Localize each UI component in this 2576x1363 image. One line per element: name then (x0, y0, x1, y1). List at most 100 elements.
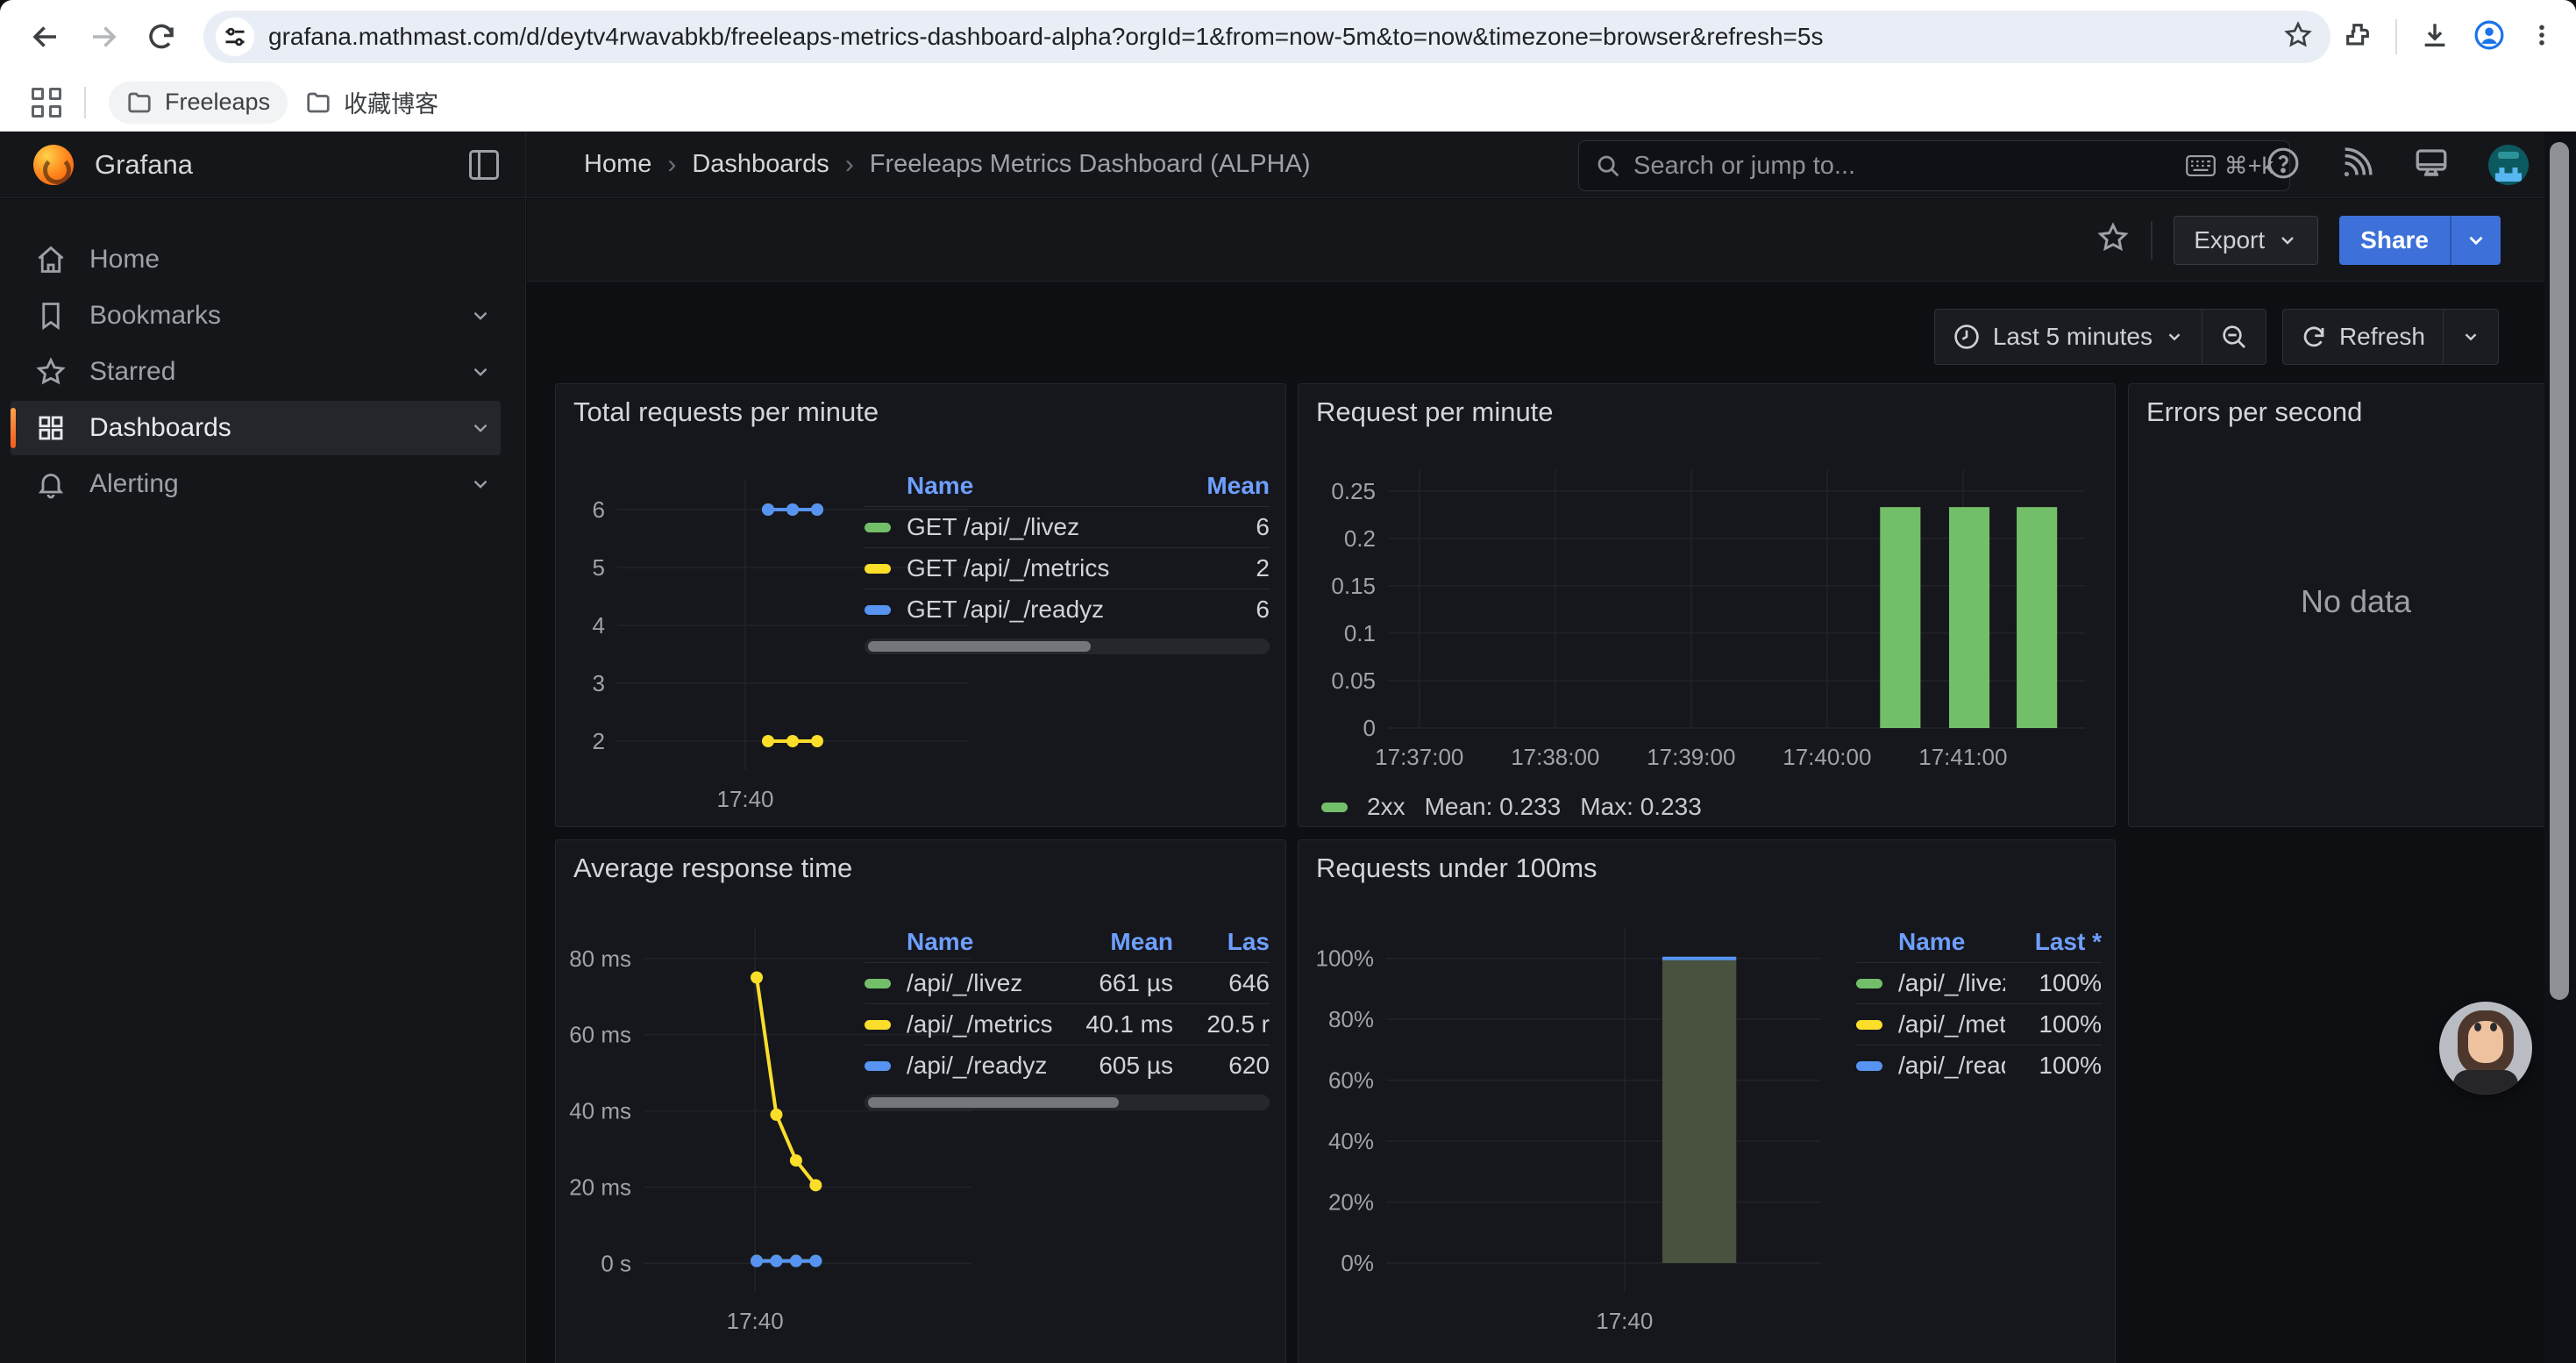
scrollbar-thumb[interactable] (2550, 142, 2569, 1000)
panel-title[interactable]: Total requests per minute (573, 396, 879, 428)
downloads-icon[interactable] (2420, 20, 2450, 54)
legend-scrollbar[interactable] (865, 1095, 1270, 1110)
forward-icon[interactable] (84, 18, 123, 56)
time-range-picker[interactable]: Last 5 minutes (1935, 310, 2202, 364)
news-rss-icon[interactable] (2339, 146, 2374, 185)
menu-kebab-icon[interactable] (2529, 22, 2555, 53)
sidebar-item-bookmarks[interactable]: Bookmarks (11, 289, 501, 343)
legend-row[interactable]: GET /api/_/readyz6 (865, 589, 1270, 630)
sidebar-item-alerting[interactable]: Alerting (11, 457, 501, 511)
series-color-pill[interactable] (865, 1061, 891, 1071)
page-scrollbar[interactable] (2544, 132, 2576, 1363)
legend-header-las[interactable]: Las (1173, 928, 1270, 956)
bookmark-star-icon[interactable] (2283, 20, 2313, 54)
refresh-interval-button[interactable] (2444, 310, 2498, 364)
sidebar-item-starred[interactable]: Starred (11, 345, 501, 399)
series-color-pill[interactable] (1856, 1020, 1882, 1030)
sidebar-item-dashboards[interactable]: Dashboards (11, 401, 501, 455)
series-color-pill[interactable] (865, 605, 891, 615)
series-name: /api/_/livez (907, 969, 1059, 997)
legend-header-mean[interactable]: Mean (1191, 472, 1270, 500)
series-mean: Mean: 0.233 (1425, 793, 1562, 821)
legend-header-mean[interactable]: Mean (1059, 928, 1173, 956)
export-button[interactable]: Export (2174, 216, 2318, 265)
refresh-group: Refresh (2282, 309, 2499, 365)
svg-text:40 ms: 40 ms (569, 1098, 631, 1124)
chevron-down-icon[interactable] (469, 360, 492, 383)
legend-inline[interactable]: 2xx Mean: 0.233 Max: 0.233 (1321, 793, 1702, 821)
chevron-down-icon[interactable] (469, 304, 492, 327)
bookmark-folder-freeleaps[interactable]: Freeleaps (109, 82, 288, 124)
sidebar-toggle-icon[interactable] (469, 150, 499, 180)
legend-scrollbar-thumb[interactable] (868, 1097, 1119, 1108)
back-icon[interactable] (26, 18, 65, 56)
favorite-star-icon[interactable] (2096, 221, 2130, 259)
extensions-icon[interactable] (2343, 20, 2373, 54)
actions-divider (2151, 221, 2153, 260)
legend-row[interactable]: /api/_/livez100% (1856, 962, 2102, 1003)
reload-icon[interactable] (142, 18, 181, 56)
panel-title[interactable]: Requests under 100ms (1316, 853, 1598, 884)
clock-icon (1953, 323, 1981, 351)
legend-row[interactable]: /api/_/livez661 µs646 (865, 962, 1270, 1003)
refresh-button[interactable]: Refresh (2283, 310, 2443, 364)
legend-row[interactable]: /api/_/metrics100% (1856, 1003, 2102, 1045)
legend-table: NameLast */api/_/livez100%/api/_/metrics… (1856, 921, 2102, 1086)
share-menu-button[interactable] (2450, 216, 2501, 265)
breadcrumb: Home›Dashboards›Freeleaps Metrics Dashbo… (584, 150, 1311, 180)
legend-row[interactable]: GET /api/_/livez6 (865, 506, 1270, 547)
share-button[interactable]: Share (2339, 216, 2450, 265)
panel-request-per-minute[interactable]: Request per minute 0.250.20.150.10.05017… (1298, 383, 2116, 827)
legend-header-name[interactable]: Name (1898, 928, 2005, 956)
svg-text:100%: 100% (1316, 946, 1375, 972)
assistant-avatar[interactable] (2439, 1002, 2532, 1095)
breadcrumb-separator: › (667, 150, 676, 180)
panel-title[interactable]: Average response time (573, 853, 852, 884)
search-input[interactable]: Search or jump to... ⌘+k (1578, 140, 2290, 191)
chevron-down-icon (2465, 229, 2487, 252)
legend-row[interactable]: /api/_/readyz100% (1856, 1045, 2102, 1086)
panel-errors-per-second[interactable]: Errors per second No data (2128, 383, 2576, 827)
legend-scrollbar-thumb[interactable] (868, 641, 1091, 652)
sidebar-item-home[interactable]: Home (11, 232, 501, 287)
sidebar-item-label: Bookmarks (89, 301, 446, 331)
help-icon[interactable] (2266, 146, 2301, 185)
bookmark-folder-blogs[interactable]: 收藏博客 (288, 82, 456, 124)
url-text[interactable]: grafana.mathmast.com/d/deytv4rwavabkb/fr… (268, 23, 2283, 51)
chevron-down-icon[interactable] (469, 417, 492, 439)
legend-header-name[interactable]: Name (907, 928, 1059, 956)
series-color-pill[interactable] (865, 523, 891, 532)
legend-header-last[interactable]: Last * (2005, 928, 2102, 956)
grafana-logo-icon[interactable] (33, 145, 74, 185)
chevron-down-icon[interactable] (469, 473, 492, 496)
legend-header-row: NameLast * (1856, 921, 2102, 962)
series-color-pill[interactable] (1856, 979, 1882, 988)
site-settings-icon[interactable] (216, 18, 254, 56)
series-value: 100% (2005, 1052, 2102, 1080)
legend-header-name[interactable]: Name (907, 472, 1191, 500)
user-avatar[interactable] (2488, 145, 2529, 185)
panel-title[interactable]: Request per minute (1316, 396, 1554, 428)
panel-total-requests-per-minute[interactable]: Total requests per minute 6543217:40 Nam… (555, 383, 1286, 827)
zoom-out-button[interactable] (2202, 310, 2266, 364)
series-name: GET /api/_/livez (907, 513, 1191, 541)
series-color-pill[interactable] (865, 1020, 891, 1030)
breadcrumb-item[interactable]: Home (584, 150, 651, 179)
series-color-pill[interactable] (865, 979, 891, 988)
address-bar[interactable]: grafana.mathmast.com/d/deytv4rwavabkb/fr… (203, 11, 2330, 63)
series-color-pill[interactable] (865, 564, 891, 574)
panel-title[interactable]: Errors per second (2146, 396, 2362, 428)
panel-average-response-time[interactable]: Average response time 80 ms60 ms40 ms20 … (555, 839, 1286, 1363)
series-color-pill[interactable] (1856, 1061, 1882, 1071)
legend-row[interactable]: /api/_/readyz605 µs620 (865, 1045, 1270, 1086)
time-range-group: Last 5 minutes (1934, 309, 2266, 365)
panel-requests-under-100ms[interactable]: Requests under 100ms 100%80%60%40%20%0%1… (1298, 839, 2116, 1363)
folder-icon (305, 89, 331, 116)
legend-row[interactable]: GET /api/_/metrics2 (865, 547, 1270, 589)
profile-icon[interactable] (2473, 18, 2506, 56)
apps-grid-icon[interactable] (32, 88, 61, 118)
legend-row[interactable]: /api/_/metrics40.1 ms20.5 r (865, 1003, 1270, 1045)
breadcrumb-item[interactable]: Dashboards (692, 150, 829, 179)
monitor-icon[interactable] (2413, 145, 2450, 186)
legend-scrollbar[interactable] (865, 639, 1270, 654)
